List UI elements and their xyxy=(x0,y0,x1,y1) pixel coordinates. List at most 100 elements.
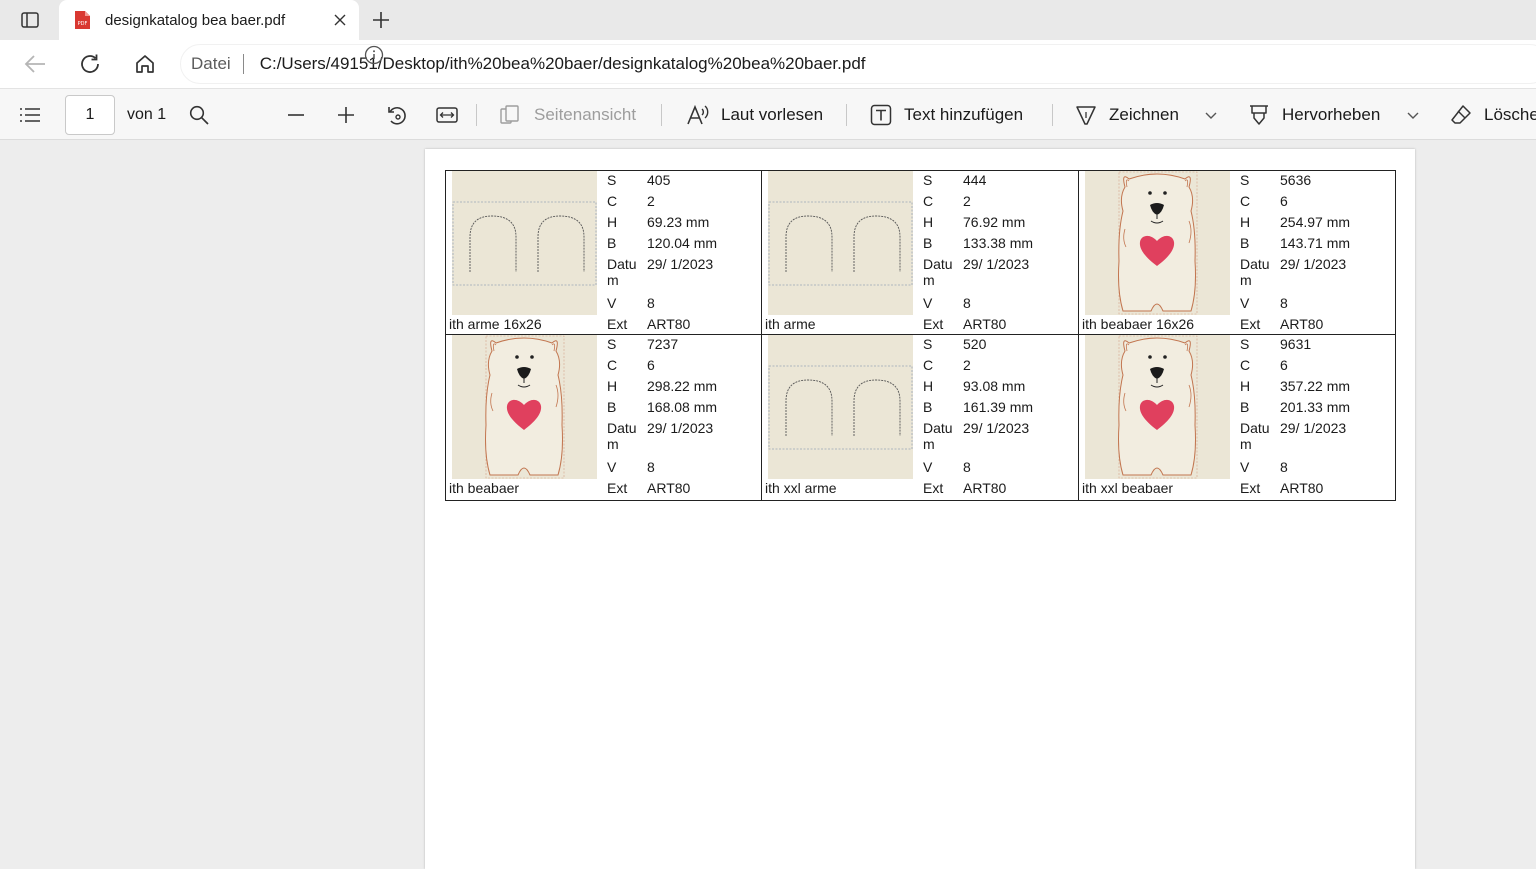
field-value: ART80 xyxy=(647,316,691,332)
toolbar-divider xyxy=(1052,104,1053,126)
eraser-icon xyxy=(1451,105,1471,124)
field-label: V xyxy=(607,459,617,475)
highlight-options-chevron-down-icon[interactable] xyxy=(1406,89,1420,139)
address-bar: Datei C:/Users/49151/Desktop/ith%20bea%2… xyxy=(0,40,1536,88)
field-value: 2 xyxy=(647,193,655,209)
fit-width-icon[interactable] xyxy=(436,89,458,139)
design-thumbnail-bear xyxy=(452,335,597,479)
draw-label: Zeichnen xyxy=(1109,105,1179,124)
field-label: B xyxy=(1240,235,1250,251)
field-value: ART80 xyxy=(1280,480,1324,496)
close-tab-icon[interactable] xyxy=(331,11,349,29)
search-icon[interactable] xyxy=(189,89,209,139)
contents-icon[interactable] xyxy=(19,89,41,139)
active-tab[interactable]: PDF designkatalog bea baer.pdf xyxy=(59,0,359,40)
new-tab-icon[interactable] xyxy=(368,8,394,32)
design-name: ith beabaer xyxy=(449,480,520,496)
back-icon[interactable] xyxy=(22,51,48,77)
field-value: ART80 xyxy=(647,480,691,496)
field-label: V xyxy=(1240,295,1250,311)
info-row-c: C 2 xyxy=(607,192,757,213)
erase-label: Lösche xyxy=(1484,105,1536,124)
field-value: 8 xyxy=(963,295,971,311)
field-label: C xyxy=(923,357,934,373)
field-label: B xyxy=(1240,399,1250,415)
field-label: Ext xyxy=(1240,316,1261,332)
field-label: Ext xyxy=(923,480,944,496)
info-row-ext: Ext ART80 xyxy=(607,479,757,500)
design-name: ith xxl arme xyxy=(765,480,837,496)
info-row-datum: Datum 29/ 1/2023 xyxy=(1240,419,1390,458)
field-value: 8 xyxy=(1280,459,1288,475)
highlight-button[interactable]: Hervorheben xyxy=(1248,89,1380,139)
info-row-c: C 6 xyxy=(1240,192,1390,213)
field-value: 133.38 mm xyxy=(963,235,1034,251)
info-row-s: S 444 xyxy=(923,171,1073,192)
field-label: S xyxy=(607,336,617,352)
design-info: S 405 C 2 H 69.23 mm B 120.04 mm Datum 2… xyxy=(607,171,757,336)
field-value: 520 xyxy=(963,336,987,352)
field-value: 357.22 mm xyxy=(1280,378,1351,394)
add-text-button[interactable]: Text hinzufügen xyxy=(870,89,1023,139)
tab-actions-icon[interactable] xyxy=(14,9,46,31)
field-label: C xyxy=(1240,193,1251,209)
zoom-out-icon[interactable] xyxy=(286,89,306,139)
read-aloud-button[interactable]: Laut vorlesen xyxy=(686,89,823,139)
info-row-s: S 405 xyxy=(607,171,757,192)
field-value: 6 xyxy=(647,357,655,373)
design-cell: ith xxl beabaer S 9631 C 6 H 357.22 mm B… xyxy=(1079,335,1395,500)
draw-options-chevron-down-icon[interactable] xyxy=(1204,89,1218,139)
site-info-icon[interactable] xyxy=(364,45,384,65)
design-name: ith xxl beabaer xyxy=(1082,480,1174,496)
field-value: 6 xyxy=(1280,193,1288,209)
pdf-file-icon: PDF xyxy=(75,11,90,29)
design-info: S 520 C 2 H 93.08 mm B 161.39 mm Datum 2… xyxy=(923,335,1073,500)
field-value: 168.08 mm xyxy=(647,399,718,415)
field-value: 120.04 mm xyxy=(647,235,718,251)
field-value: ART80 xyxy=(1280,316,1324,332)
info-row-c: C 6 xyxy=(1240,356,1390,377)
design-cell: ith beabaer 16x26 S 5636 C 6 H 254.97 mm… xyxy=(1079,171,1395,335)
page-number-input[interactable]: 1 xyxy=(65,95,115,135)
field-value: 29/ 1/2023 xyxy=(963,256,1030,272)
omnibox[interactable]: Datei C:/Users/49151/Desktop/ith%20bea%2… xyxy=(180,44,1536,84)
field-label: B xyxy=(607,399,617,415)
address-scheme: Datei xyxy=(191,54,231,73)
reload-icon[interactable] xyxy=(77,51,103,77)
toolbar-divider xyxy=(661,104,662,126)
zoom-in-icon[interactable] xyxy=(336,89,356,139)
field-value: 8 xyxy=(1280,295,1288,311)
draw-pen-icon xyxy=(1076,106,1096,125)
field-label: Ext xyxy=(607,316,628,332)
field-label: Ext xyxy=(1240,480,1261,496)
draw-button[interactable]: Zeichnen xyxy=(1075,89,1179,139)
highlighter-icon xyxy=(1250,105,1268,125)
field-label: B xyxy=(923,399,933,415)
rotate-icon[interactable] xyxy=(386,89,408,139)
info-row-s: S 7237 xyxy=(607,335,757,356)
info-row-v: V 8 xyxy=(923,294,1073,315)
info-row-datum: Datum 29/ 1/2023 xyxy=(1240,255,1390,294)
page-view-icon xyxy=(500,105,519,124)
info-row-b: B 201.33 mm xyxy=(1240,398,1390,419)
address-url[interactable]: C:/Users/49151/Desktop/ith%20bea%20baer/… xyxy=(260,54,866,74)
field-value: 143.71 mm xyxy=(1280,235,1351,251)
page-view-button[interactable]: Seitenansicht xyxy=(500,89,636,139)
home-icon[interactable] xyxy=(132,51,158,77)
field-value: 161.39 mm xyxy=(963,399,1034,415)
field-value: 29/ 1/2023 xyxy=(1280,420,1347,436)
field-label: B xyxy=(607,235,617,251)
field-value: 8 xyxy=(647,295,655,311)
erase-button[interactable]: Lösche xyxy=(1450,89,1536,139)
design-thumbnail-bear xyxy=(1085,335,1230,479)
info-row-datum: Datum 29/ 1/2023 xyxy=(607,419,757,458)
info-row-v: V 8 xyxy=(607,294,757,315)
pdf-viewer-area[interactable]: ith arme 16x26 S 405 C 2 H 69.23 mm B 12… xyxy=(0,140,1536,869)
design-thumbnail-arms xyxy=(768,171,913,315)
info-row-c: C 2 xyxy=(923,356,1073,377)
info-row-b: B 143.71 mm xyxy=(1240,234,1390,255)
tab-title: designkatalog bea baer.pdf xyxy=(105,11,286,29)
info-row-b: B 120.04 mm xyxy=(607,234,757,255)
field-label: Datum xyxy=(1240,420,1270,452)
toolbar-divider xyxy=(476,104,477,126)
